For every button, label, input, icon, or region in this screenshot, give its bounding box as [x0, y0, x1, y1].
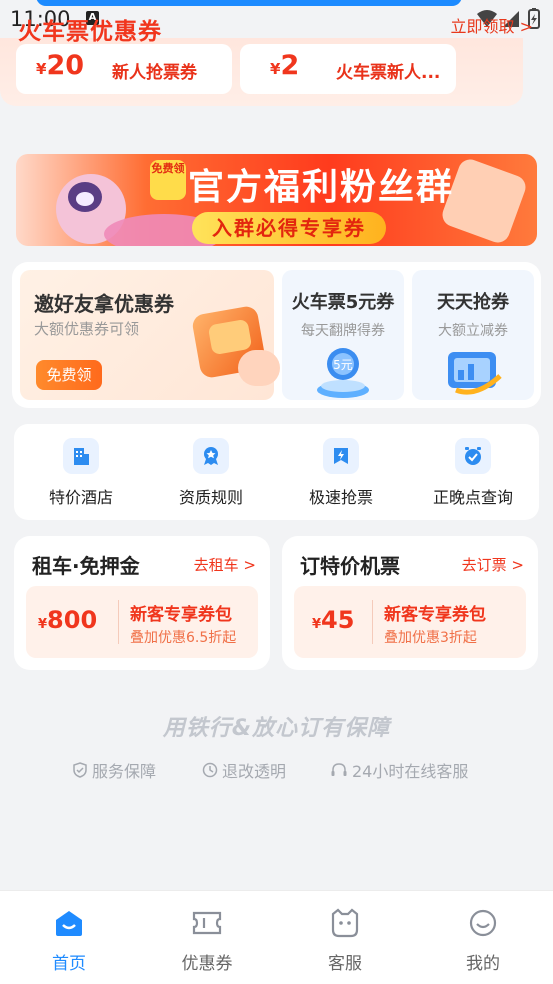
guarantee-slogan: 用铁行&放心订有保障	[162, 716, 391, 741]
hotel-icon	[63, 438, 99, 474]
guarantee-items: 服务保障 退改透明 24小时在线客服	[0, 758, 553, 782]
service-qualification[interactable]: 资质规则	[146, 438, 276, 508]
promo-card: 邀好友拿优惠券 大额优惠券可领 免费领 火车票5元券 每天翻牌得券 5元 天天抢…	[12, 262, 541, 408]
tab-coupons[interactable]: 优惠券	[157, 905, 257, 974]
guarantee-item: 退改透明	[202, 758, 286, 782]
badge-icon	[193, 438, 229, 474]
tab-profile[interactable]: 我的	[433, 905, 533, 974]
coupon-name: 新客专享券包	[384, 605, 486, 625]
flight-card[interactable]: 订特价机票 去订票 > ¥45 新客专享券包 叠加优惠3折起	[282, 536, 538, 670]
coupon-item-train-newuser[interactable]: ¥2 火车票新人...	[240, 44, 456, 94]
panel-subtitle: 每天翻牌得券	[301, 323, 385, 339]
coupon-name: 新人抢票券	[112, 63, 197, 83]
tab-label: 我的	[466, 954, 500, 974]
bottom-tab-bar: 首页 优惠券 客服 我的	[0, 890, 553, 984]
tab-customer-service[interactable]: 客服	[295, 905, 395, 974]
service-label: 资质规则	[178, 488, 243, 507]
service-label: 特价酒店	[48, 488, 113, 507]
panel-title: 天天抢券	[437, 292, 509, 313]
profile-icon	[433, 905, 533, 941]
svg-text:5元: 5元	[333, 358, 353, 372]
home-icon	[19, 905, 119, 941]
guarantee-item: 24小时在线客服	[330, 758, 468, 782]
clock-outline-icon	[202, 762, 218, 778]
invite-subtitle: 大额优惠券可领	[34, 320, 140, 338]
clock-icon	[455, 438, 491, 474]
train-coupon-title: 火车票优惠券	[18, 19, 162, 45]
service-hotel[interactable]: 特价酒店	[16, 438, 146, 508]
coupon-desc: 叠加优惠3折起	[384, 630, 477, 646]
tab-label: 客服	[328, 954, 362, 974]
coupon-amount: ¥800	[38, 606, 98, 634]
claim-now-link[interactable]: 立即领取 >	[451, 13, 534, 37]
car-rental-coupon[interactable]: ¥800 新客专享券包 叠加优惠6.5折起	[26, 586, 258, 658]
flight-coupon[interactable]: ¥45 新客专享券包 叠加优惠3折起	[294, 586, 526, 658]
coupon-item-newuser[interactable]: ¥20 新人抢票券	[16, 44, 232, 94]
banner-ribbon: 免费领	[150, 160, 186, 200]
coin-podium-icon: 5元	[317, 348, 369, 398]
guarantee-item: 服务保障	[72, 758, 156, 782]
tab-home[interactable]: 首页	[19, 905, 119, 974]
banner-title: 官方福利粉丝群	[188, 167, 455, 208]
coupon-icon	[157, 905, 257, 941]
coupon-amount: ¥2	[270, 50, 300, 81]
coupon-amount: ¥45	[312, 606, 355, 634]
invite-title: 邀好友拿优惠券	[34, 292, 174, 316]
coupon-amount: ¥20	[36, 50, 85, 81]
top-accent-bar	[36, 0, 462, 6]
fan-group-banner[interactable]: 免费领 官方福利粉丝群 入群必得专享券	[16, 154, 537, 246]
chart-board-icon	[448, 352, 502, 395]
coupon-name: 新客专享券包	[130, 605, 232, 625]
service-label: 极速抢票	[308, 488, 373, 507]
lightning-ticket-icon	[323, 438, 359, 474]
services-grid: 特价酒店 资质规则 极速抢票 正晚点查询	[14, 424, 539, 520]
panel-subtitle: 大额立减券	[438, 323, 508, 339]
hand-icon	[238, 350, 280, 386]
banner-pill: 入群必得专享券	[192, 212, 386, 244]
go-rent-link[interactable]: 去租车 >	[194, 554, 256, 575]
daily-grab-panel[interactable]: 天天抢券 大额立减券	[412, 270, 534, 400]
go-book-link[interactable]: 去订票 >	[462, 554, 524, 575]
banner-decoration	[76, 192, 94, 206]
service-fast-ticket[interactable]: 极速抢票	[276, 438, 406, 508]
flight-title: 订特价机票	[300, 554, 400, 578]
car-rental-title: 租车·免押金	[32, 554, 140, 578]
tab-label: 首页	[52, 954, 86, 974]
shield-icon	[73, 762, 87, 778]
free-claim-button[interactable]: 免费领	[36, 360, 102, 390]
train-5-yuan-panel[interactable]: 火车票5元券 每天翻牌得券 5元	[282, 270, 404, 400]
coupon-name: 火车票新人...	[336, 63, 441, 83]
invite-friends-panel[interactable]: 邀好友拿优惠券 大额优惠券可领 免费领	[20, 270, 280, 400]
service-label: 正晚点查询	[432, 488, 513, 507]
coupon-desc: 叠加优惠6.5折起	[130, 630, 237, 646]
service-icon	[295, 905, 395, 941]
car-rental-card[interactable]: 租车·免押金 去租车 > ¥800 新客专享券包 叠加优惠6.5折起	[14, 536, 270, 670]
service-punctuality[interactable]: 正晚点查询	[408, 438, 538, 508]
divider	[372, 600, 373, 644]
panel-title: 火车票5元券	[291, 292, 395, 313]
divider	[118, 600, 119, 644]
tab-label: 优惠券	[181, 954, 233, 974]
headset-icon	[331, 763, 347, 776]
